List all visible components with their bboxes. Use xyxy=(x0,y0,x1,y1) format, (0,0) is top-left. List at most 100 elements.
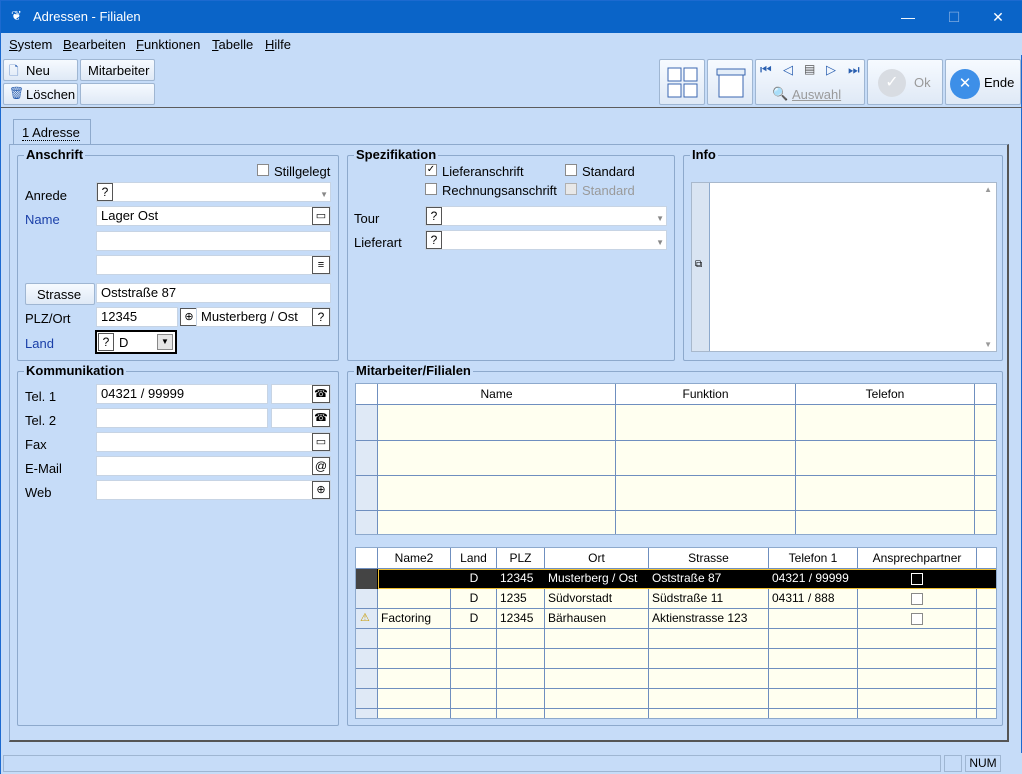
dropdown-arrow-icon: ▼ xyxy=(656,214,664,223)
email-icon[interactable]: @ xyxy=(312,457,330,475)
email-field[interactable] xyxy=(96,456,331,476)
lieferart-select[interactable]: ▼ xyxy=(425,230,667,250)
toolbar-separator xyxy=(1,107,1022,108)
menu-bearbeiten[interactable]: Bearbeiten xyxy=(63,37,126,52)
tab-adresse[interactable]: 1 Adresse xyxy=(13,119,91,145)
rechnungsanschrift-checkbox[interactable] xyxy=(425,183,437,195)
plz-field[interactable]: 12345 xyxy=(96,307,178,327)
column-header[interactable]: Funktion xyxy=(616,384,796,405)
name3-field[interactable] xyxy=(96,255,331,275)
tour-select[interactable]: ▼ xyxy=(425,206,667,226)
archive-button[interactable] xyxy=(707,59,753,105)
name2-field[interactable] xyxy=(96,231,331,251)
table-row[interactable]: ⚠ Factoring D 12345 Bärhausen Aktienstra… xyxy=(356,609,996,629)
dropdown-arrow-icon[interactable]: ▼ xyxy=(157,334,173,350)
land-select[interactable]: ? D ▼ xyxy=(95,330,177,354)
mitarbeiter-grid: Name Funktion Telefon xyxy=(355,383,997,535)
next-record-icon[interactable]: ▷ xyxy=(826,62,836,78)
ansprechpartner-checkbox[interactable] xyxy=(911,573,923,585)
checkmark-icon: ✓ xyxy=(878,69,906,97)
ansprechpartner-checkbox[interactable] xyxy=(911,593,923,605)
lieferanschrift-checkbox[interactable]: ✓ xyxy=(425,164,437,176)
tel1-field[interactable]: 04321 / 99999 xyxy=(96,384,268,404)
empty-toolbar-button[interactable] xyxy=(80,83,155,105)
close-button[interactable]: ✕ xyxy=(975,1,1021,33)
last-record-icon[interactable]: ⏭ xyxy=(848,62,860,78)
ort-lookup-button[interactable]: ? xyxy=(312,308,330,326)
title-bar: ❦ Adressen - Filialen — ☐ ✕ xyxy=(1,1,1022,33)
stillgelegt-checkbox[interactable] xyxy=(257,164,269,176)
warning-person-icon: ⚠ xyxy=(360,612,370,624)
maximize-button[interactable]: ☐ xyxy=(931,1,977,33)
num-lock-indicator: NUM xyxy=(965,755,1001,772)
column-header[interactable]: Telefon xyxy=(796,384,975,405)
table-row[interactable]: D 1235 Südvorstadt Südstraße 11 04311 / … xyxy=(356,589,996,609)
scroll-up-icon[interactable]: ▲ xyxy=(984,185,992,194)
record-list-icon[interactable]: ▤ xyxy=(804,62,815,76)
delete-button[interactable]: 🗑 Löschen xyxy=(3,83,78,105)
expand-icon[interactable]: ⧉ xyxy=(695,259,702,270)
first-record-icon[interactable]: ⏮ xyxy=(760,62,772,78)
tel2-field[interactable] xyxy=(96,408,268,428)
status-bar: NUM xyxy=(1,753,1022,774)
fax-field[interactable] xyxy=(96,432,331,452)
archive-icon xyxy=(716,68,746,98)
minimize-button[interactable]: — xyxy=(885,1,931,33)
select-button[interactable]: Auswahl xyxy=(792,87,841,102)
tour-lookup-button[interactable]: ? xyxy=(426,207,442,225)
menu-bar: System Bearbeiten Funktionen Tabelle Hil… xyxy=(1,33,1022,55)
table-row[interactable]: D 12345 Musterberg / Ost Oststraße 87 04… xyxy=(356,569,996,589)
column-header[interactable]: Name2 xyxy=(378,548,451,569)
column-header[interactable]: Ort xyxy=(545,548,649,569)
column-header[interactable]: Name xyxy=(378,384,616,405)
menu-funktionen[interactable]: Funktionen xyxy=(136,37,200,52)
land-lookup-button[interactable]: ? xyxy=(98,333,114,351)
ok-button[interactable]: ✓ Ok xyxy=(867,59,943,105)
lieferart-lookup-button[interactable]: ? xyxy=(426,231,442,249)
dropdown-arrow-icon: ▼ xyxy=(656,238,664,247)
menu-system[interactable]: System xyxy=(9,37,52,52)
info-textarea[interactable]: ⧉ ▲ ▼ xyxy=(691,182,997,352)
grid-layout-icon xyxy=(667,67,698,98)
web-field[interactable] xyxy=(96,480,331,500)
anrede-select[interactable]: ▼ xyxy=(96,182,331,202)
previous-record-icon[interactable]: ◁ xyxy=(783,62,793,78)
phone-icon[interactable]: ☎ xyxy=(312,409,330,427)
column-header[interactable]: PLZ xyxy=(497,548,545,569)
standard-checkbox[interactable] xyxy=(565,164,577,176)
end-button[interactable]: ✕ Ende xyxy=(945,59,1021,105)
anrede-lookup-button[interactable]: ? xyxy=(97,183,113,201)
x-circle-icon: ✕ xyxy=(950,69,980,99)
layout-view-button[interactable] xyxy=(659,59,705,105)
navigation-group: ⏮ ◁ ▤ ▷ ⏭ 🔍 Auswahl xyxy=(755,59,865,105)
column-header[interactable]: Telefon 1 xyxy=(769,548,858,569)
globe-icon[interactable]: ⊕ xyxy=(312,481,330,499)
strasse-field[interactable]: Oststraße 87 xyxy=(96,283,331,303)
strasse-button[interactable]: Strasse xyxy=(25,283,95,305)
new-button[interactable]: 🗋 Neu xyxy=(3,59,78,81)
column-header[interactable]: Land xyxy=(451,548,497,569)
standard2-checkbox xyxy=(565,183,577,195)
trash-icon: 🗑 xyxy=(9,86,25,100)
scroll-down-icon[interactable]: ▼ xyxy=(984,340,992,349)
ansprechpartner-checkbox[interactable] xyxy=(911,613,923,625)
info-side-handle[interactable]: ⧉ xyxy=(692,183,710,351)
new-document-icon: 🗋 xyxy=(9,64,19,78)
address-book-icon[interactable]: ≡ xyxy=(312,256,330,274)
magnifier-icon: 🔍 xyxy=(772,86,789,101)
fax-icon[interactable]: ▭ xyxy=(312,433,330,451)
menu-tabelle[interactable]: Tabelle xyxy=(212,37,253,52)
app-icon: ❦ xyxy=(11,8,22,23)
menu-hilfe[interactable]: Hilfe xyxy=(265,37,291,52)
dropdown-arrow-icon: ▼ xyxy=(320,190,328,199)
employee-button[interactable]: Mitarbeiter xyxy=(80,59,155,81)
filialen-grid: Name2 Land PLZ Ort Strasse Telefon 1 Ans… xyxy=(355,547,997,719)
main-window: ❦ Adressen - Filialen — ☐ ✕ System Bearb… xyxy=(0,0,1022,774)
phone-icon[interactable]: ☎ xyxy=(312,385,330,403)
window-title: Adressen - Filialen xyxy=(33,9,141,24)
name-field[interactable]: Lager Ost xyxy=(96,206,331,226)
column-header[interactable]: Ansprechpartner xyxy=(858,548,977,569)
ort-field[interactable]: Musterberg / Ost xyxy=(196,307,331,327)
column-header[interactable]: Strasse xyxy=(649,548,769,569)
card-icon[interactable]: ▭ xyxy=(312,207,330,225)
